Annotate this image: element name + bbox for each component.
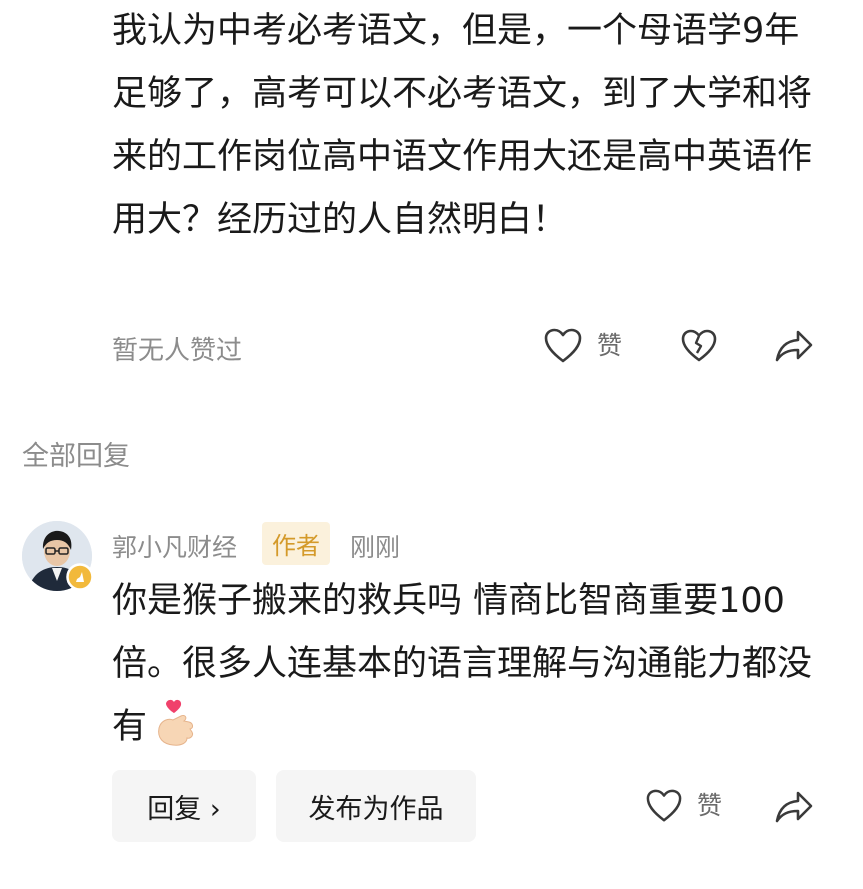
reply-share-button[interactable]: [774, 789, 814, 829]
replies-section-title: 全部回复: [22, 441, 130, 472]
author-badge: 作者: [262, 522, 330, 565]
heart-outline-icon: [645, 788, 683, 828]
share-button[interactable]: [774, 328, 814, 368]
reply-text: 你是猴子搬来的救兵吗 情商比智商重要100倍。很多人连基本的语言理解与沟通能力都…: [112, 570, 812, 769]
finger-heart-emoji-icon: [151, 698, 197, 769]
share-arrow-icon: [774, 328, 814, 368]
verified-badge-icon: [66, 563, 94, 595]
author-name[interactable]: 郭小凡财经: [112, 528, 237, 564]
share-arrow-icon: [774, 789, 814, 829]
comment-text: 我认为中考必考语文，但是，一个母语学9年足够了，高考可以不必考语文，到了大学和将…: [112, 0, 812, 252]
comment-text-content: 我认为中考必考语文，但是，一个母语学9年足够了，高考可以不必考语文，到了大学和将…: [112, 11, 813, 240]
like-label: 赞: [597, 331, 623, 360]
reply-button[interactable]: 回复 ›: [112, 770, 256, 842]
broken-heart-icon: [680, 328, 718, 368]
reply-like-label: 赞: [697, 791, 723, 820]
like-button[interactable]: 赞: [543, 327, 622, 369]
dislike-button[interactable]: [680, 328, 718, 368]
reply-time: 刚刚: [350, 533, 401, 562]
avatar[interactable]: [22, 521, 94, 591]
reply-text-content: 你是猴子搬来的救兵吗 情商比智商重要100倍。很多人连基本的语言理解与沟通能力都…: [112, 581, 813, 747]
no-likes-text: 暂无人赞过: [112, 336, 243, 366]
publish-as-work-button[interactable]: 发布为作品: [276, 770, 476, 842]
heart-outline-icon: [543, 327, 583, 369]
reply-like-button[interactable]: 赞: [645, 788, 722, 828]
